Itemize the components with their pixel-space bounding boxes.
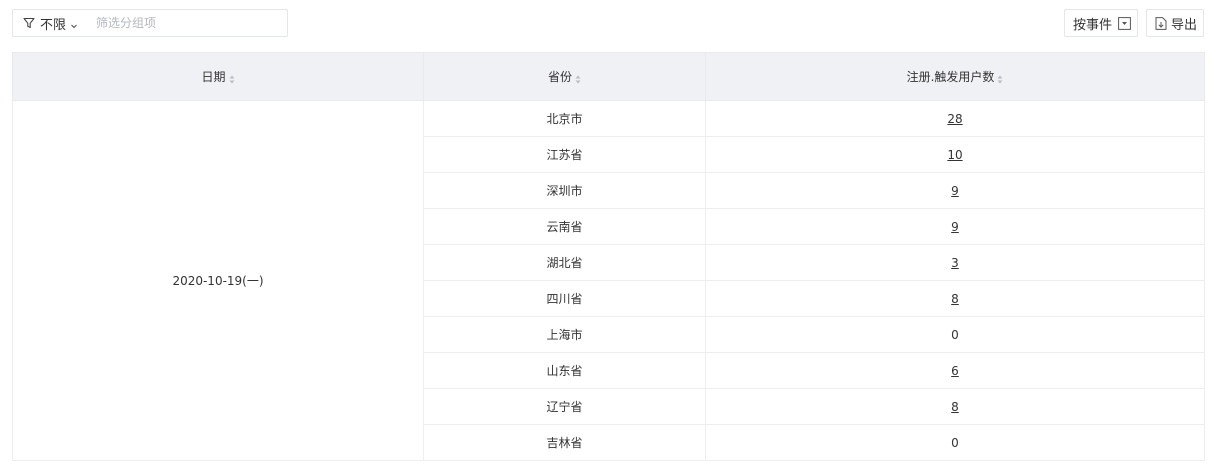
table-header-row: 日期 省份 注册.触发用户数 bbox=[12, 52, 1205, 101]
count-link[interactable]: 28 bbox=[947, 112, 962, 126]
header-date-label: 日期 bbox=[201, 70, 226, 84]
count-cell: 28 bbox=[705, 100, 1205, 137]
count-value: 0 bbox=[951, 327, 959, 342]
count-cell: 0 bbox=[705, 316, 1205, 353]
count-cell: 3 bbox=[705, 244, 1205, 281]
header-province-label: 省份 bbox=[547, 70, 572, 84]
header-count[interactable]: 注册.触发用户数 bbox=[705, 52, 1205, 101]
filter-dropdown[interactable]: 不限 bbox=[13, 10, 78, 36]
province-cell: 上海市 bbox=[423, 316, 706, 353]
sort-icon bbox=[229, 73, 235, 84]
group-filter-input[interactable] bbox=[96, 16, 267, 30]
province-cell: 四川省 bbox=[423, 280, 706, 317]
province-cell: 吉林省 bbox=[423, 424, 706, 461]
count-cell: 0 bbox=[705, 424, 1205, 461]
count-link[interactable]: 6 bbox=[951, 364, 959, 378]
header-date[interactable]: 日期 bbox=[12, 52, 424, 101]
province-cell: 北京市 bbox=[423, 100, 706, 137]
by-event-label: 按事件 bbox=[1072, 17, 1112, 33]
count-cell: 10 bbox=[705, 136, 1205, 173]
export-icon bbox=[1155, 16, 1167, 30]
table-row: 2020-10-19(一) 北京市 28 bbox=[12, 100, 1205, 461]
toolbar: 不限 按事件 导出 bbox=[12, 9, 1204, 37]
export-button[interactable]: 导出 bbox=[1145, 9, 1204, 37]
count-link[interactable]: 9 bbox=[951, 220, 959, 234]
count-link[interactable]: 9 bbox=[951, 184, 959, 198]
data-table: 日期 省份 注册.触发用户数 2020-10-19(一) 北京市 28 江苏省 10 深圳… bbox=[12, 52, 1205, 461]
province-cell: 江苏省 bbox=[423, 136, 706, 173]
count-link[interactable]: 3 bbox=[951, 256, 959, 270]
count-link[interactable]: 10 bbox=[947, 148, 962, 162]
count-cell: 8 bbox=[705, 388, 1205, 425]
count-link[interactable]: 8 bbox=[951, 292, 959, 306]
province-cell: 深圳市 bbox=[423, 172, 706, 209]
table-body: 2020-10-19(一) 北京市 28 江苏省 10 深圳市 9 云南省 9 湖北省 3 四川省 8 上… bbox=[12, 100, 1205, 461]
count-value: 0 bbox=[951, 435, 959, 450]
header-count-label: 注册.触发用户数 bbox=[906, 70, 995, 84]
sort-icon bbox=[997, 73, 1003, 84]
count-cell: 9 bbox=[705, 172, 1205, 209]
chevron-down-icon bbox=[70, 19, 78, 29]
count-cell: 9 bbox=[705, 208, 1205, 245]
province-cell: 湖北省 bbox=[423, 244, 706, 281]
filter-icon bbox=[23, 17, 35, 29]
header-province[interactable]: 省份 bbox=[423, 52, 706, 101]
right-tools: 按事件 导出 bbox=[1063, 9, 1204, 37]
count-link[interactable]: 8 bbox=[951, 400, 959, 414]
province-cell: 辽宁省 bbox=[423, 388, 706, 425]
filter-box: 不限 bbox=[12, 9, 288, 37]
province-cell: 山东省 bbox=[423, 352, 706, 389]
sort-icon bbox=[575, 73, 581, 84]
date-cell: 2020-10-19(一) bbox=[12, 100, 424, 461]
dropdown-box-icon bbox=[1118, 16, 1131, 30]
export-label: 导出 bbox=[1170, 17, 1197, 33]
filter-label: 不限 bbox=[40, 17, 67, 33]
count-cell: 8 bbox=[705, 280, 1205, 317]
count-cell: 6 bbox=[705, 352, 1205, 389]
province-cell: 云南省 bbox=[423, 208, 706, 245]
by-event-button[interactable]: 按事件 bbox=[1063, 9, 1138, 37]
